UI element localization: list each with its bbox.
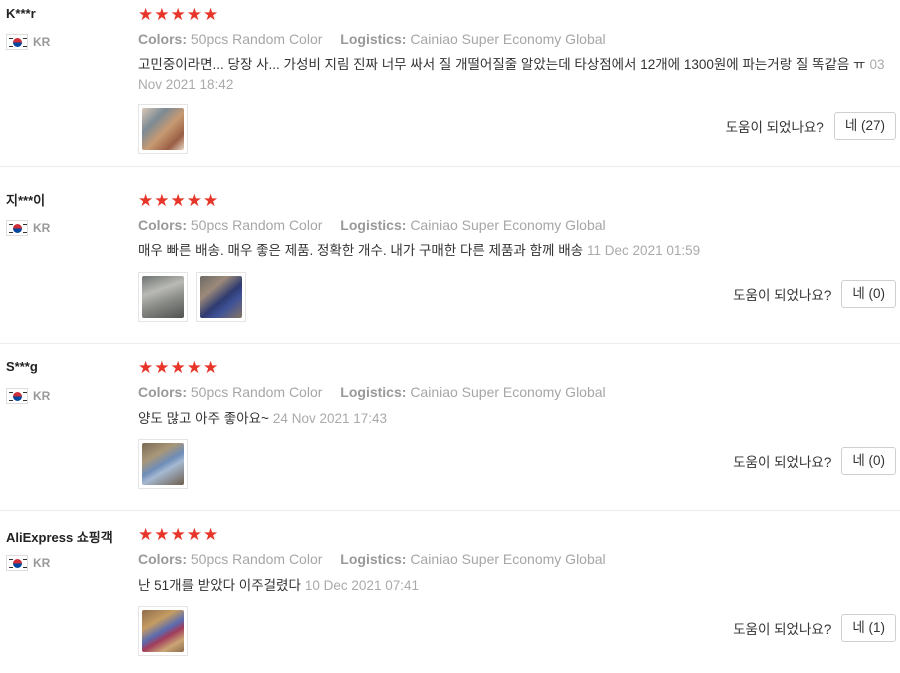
country-code: KR xyxy=(33,556,51,570)
star-rating: ★★★★★ xyxy=(138,191,220,210)
review-date: 10 Dec 2021 07:41 xyxy=(304,578,419,593)
review-photo-thumbnail[interactable] xyxy=(138,104,188,154)
reviewer-name: S***g xyxy=(6,359,38,374)
logistics-label: Logistics: xyxy=(340,551,407,567)
south-korea-flag-icon xyxy=(6,34,28,50)
helpful-label: 도움이 되었나요? xyxy=(733,288,832,303)
review-attributes: Colors: 50pcs Random Color Logistics: Ca… xyxy=(138,551,606,567)
review-photo-thumbnail[interactable] xyxy=(138,606,188,656)
review-text: 매우 빠른 배송. 매우 좋은 제품. 정확한 개수. 내가 구매한 다른 제품… xyxy=(138,243,584,258)
review-photo-thumbnail[interactable] xyxy=(138,272,188,322)
review-text: 고민중이라면... 당장 사... 가성비 지림 진짜 너무 싸서 질 개떨어질… xyxy=(138,57,866,72)
helpful-section: 도움이 되었나요? 네 (0) xyxy=(733,280,896,308)
review-text-block: 양도 많고 아주 좋아요~ 24 Nov 2021 17:43 xyxy=(138,409,890,429)
reviewer-name: 지***이 xyxy=(6,193,46,208)
country-code: KR xyxy=(33,35,51,49)
review-photos xyxy=(138,272,246,322)
south-korea-flag-icon xyxy=(6,388,28,404)
helpful-yes-button[interactable]: 네 (0) xyxy=(841,447,896,475)
reviewer-name: K***r xyxy=(6,6,36,21)
helpful-yes-button[interactable]: 네 (27) xyxy=(833,112,896,140)
colors-value: 50pcs Random Color xyxy=(190,551,323,567)
star-rating: ★★★★★ xyxy=(138,358,220,377)
helpful-yes-button[interactable]: 네 (1) xyxy=(841,614,896,642)
helpful-section: 도움이 되었나요? 네 (1) xyxy=(733,614,896,642)
review-attributes: Colors: 50pcs Random Color Logistics: Ca… xyxy=(138,217,606,233)
helpful-label: 도움이 되었나요? xyxy=(733,455,832,470)
review-item: S***g KR ★★★★★ Colors: 50pcs Random Colo… xyxy=(0,344,900,511)
helpful-section: 도움이 되었나요? 네 (0) xyxy=(733,447,896,475)
review-photos xyxy=(138,439,188,489)
reviewer-name: AliExpress 쇼핑객 xyxy=(6,530,113,545)
colors-value: 50pcs Random Color xyxy=(190,217,323,233)
review-text: 난 51개를 받았다 이주걸렸다 xyxy=(138,578,301,593)
south-korea-flag-icon xyxy=(6,555,28,571)
colors-label: Colors: xyxy=(138,31,187,47)
review-item: AliExpress 쇼핑객 KR ★★★★★ Colors: 50pcs Ra… xyxy=(0,511,900,673)
colors-label: Colors: xyxy=(138,217,187,233)
star-rating: ★★★★★ xyxy=(138,5,220,24)
helpful-yes-button[interactable]: 네 (0) xyxy=(841,280,896,308)
colors-value: 50pcs Random Color xyxy=(190,31,323,47)
colors-label: Colors: xyxy=(138,551,187,567)
colors-label: Colors: xyxy=(138,384,187,400)
star-rating: ★★★★★ xyxy=(138,525,220,544)
review-text-block: 매우 빠른 배송. 매우 좋은 제품. 정확한 개수. 내가 구매한 다른 제품… xyxy=(138,241,890,261)
review-item: K***r KR ★★★★★ Colors: 50pcs Random Colo… xyxy=(0,0,900,167)
country-code: KR xyxy=(33,221,51,235)
review-item: 지***이 KR ★★★★★ Colors: 50pcs Random Colo… xyxy=(0,177,900,344)
review-date: 11 Dec 2021 01:59 xyxy=(587,243,701,258)
country-code: KR xyxy=(33,389,51,403)
logistics-value: Cainiao Super Economy Global xyxy=(410,551,606,567)
review-attributes: Colors: 50pcs Random Color Logistics: Ca… xyxy=(138,384,606,400)
logistics-value: Cainiao Super Economy Global xyxy=(410,217,606,233)
helpful-section: 도움이 되었나요? 네 (27) xyxy=(726,112,896,140)
logistics-value: Cainiao Super Economy Global xyxy=(410,384,606,400)
helpful-label: 도움이 되었나요? xyxy=(725,120,824,135)
logistics-value: Cainiao Super Economy Global xyxy=(410,31,606,47)
review-text: 양도 많고 아주 좋아요~ xyxy=(138,411,269,426)
logistics-label: Logistics: xyxy=(340,384,407,400)
review-photos xyxy=(138,606,188,656)
review-photos xyxy=(138,104,188,154)
review-text-block: 난 51개를 받았다 이주걸렸다 10 Dec 2021 07:41 xyxy=(138,576,890,596)
south-korea-flag-icon xyxy=(6,220,28,236)
review-date: 24 Nov 2021 17:43 xyxy=(272,411,388,426)
reviewer-country: KR xyxy=(6,554,50,572)
logistics-label: Logistics: xyxy=(340,31,407,47)
colors-value: 50pcs Random Color xyxy=(190,384,323,400)
review-photo-thumbnail[interactable] xyxy=(196,272,246,322)
helpful-label: 도움이 되었나요? xyxy=(733,622,832,637)
logistics-label: Logistics: xyxy=(340,217,407,233)
review-text-block: 고민중이라면... 당장 사... 가성비 지림 진짜 너무 싸서 질 개떨어질… xyxy=(138,55,890,95)
review-attributes: Colors: 50pcs Random Color Logistics: Ca… xyxy=(138,31,606,47)
review-photo-thumbnail[interactable] xyxy=(138,439,188,489)
reviewer-country: KR xyxy=(6,387,50,405)
reviewer-country: KR xyxy=(6,33,50,51)
reviewer-country: KR xyxy=(6,219,50,237)
